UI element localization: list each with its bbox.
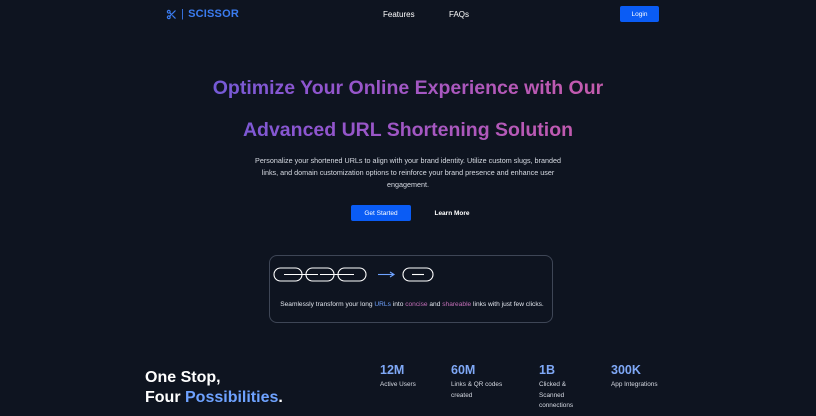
features-heading-line-2: Four Possibilities. xyxy=(145,388,283,408)
get-started-button[interactable]: Get Started xyxy=(351,205,411,221)
demo-text-mid-2: and xyxy=(427,301,443,308)
login-button[interactable]: Login xyxy=(620,6,659,22)
features-heading-accent: Possibilities xyxy=(185,389,279,406)
arrow-right-icon xyxy=(378,271,396,278)
stat-label: App Integrations xyxy=(611,381,658,388)
scissors-icon xyxy=(166,9,176,19)
stat-links-created: 60M Links & QR codes created xyxy=(451,363,511,401)
link-chain-icon xyxy=(273,267,367,282)
link-transform-illustration xyxy=(273,267,434,282)
hero-title-line-2: Advanced URL Shortening Solution xyxy=(0,119,816,142)
stat-value: 60M xyxy=(451,363,476,377)
demo-text-suffix: links with just few clicks. xyxy=(471,301,544,308)
hero-description: Personalize your shortened URLs to align… xyxy=(255,156,561,190)
demo-caption: Seamlessly transform your long URLs into… xyxy=(278,300,546,311)
short-link-icon xyxy=(402,267,434,282)
stat-label: Active Users xyxy=(380,381,416,388)
features-heading-line-1: One Stop, xyxy=(145,369,221,386)
stat-value: 1B xyxy=(539,363,555,377)
stat-value: 300K xyxy=(611,363,641,377)
keyword-shareable: shareable xyxy=(442,301,472,308)
learn-more-button[interactable]: Learn More xyxy=(428,205,476,221)
demo-text-prefix: Seamlessly transform your long xyxy=(280,301,375,308)
stat-active-users: 12M Active Users xyxy=(380,363,440,391)
features-heading: One Stop, Four Possibilities. xyxy=(145,368,283,408)
keyword-concise: concise xyxy=(405,301,428,308)
nav-link-features[interactable]: Features xyxy=(383,10,415,19)
stat-label: Clicked & Scanned connections xyxy=(539,381,574,409)
logo[interactable]: | SCISSOR xyxy=(166,8,239,20)
logo-separator: | xyxy=(181,8,185,20)
url-demo-card: Seamlessly transform your long URLs into… xyxy=(269,255,553,323)
stat-app-integrations: 300K App Integrations xyxy=(611,363,681,391)
logo-text: SCISSOR xyxy=(188,8,239,20)
top-nav: | SCISSOR Features FAQs Login xyxy=(0,0,816,28)
features-heading-suffix: . xyxy=(278,389,283,406)
stat-value: 12M xyxy=(380,363,405,377)
hero-title-line-1: Optimize Your Online Experience with Our xyxy=(0,77,816,100)
nav-link-faqs[interactable]: FAQs xyxy=(449,10,469,19)
stat-clicked-scanned: 1B Clicked & Scanned connections xyxy=(539,363,583,412)
features-heading-prefix: Four xyxy=(145,389,185,406)
stat-label: Links & QR codes created xyxy=(451,381,503,399)
keyword-urls: URLs xyxy=(374,301,391,308)
demo-text-mid-1: into xyxy=(390,301,406,308)
